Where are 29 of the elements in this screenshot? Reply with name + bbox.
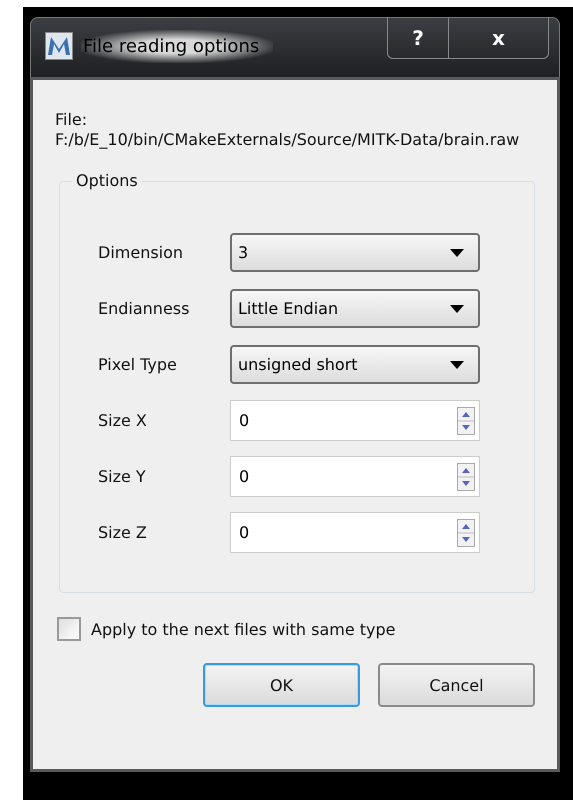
- checkbox[interactable]: [57, 617, 81, 641]
- dropdown[interactable]: Little Endian: [230, 289, 480, 328]
- window-title: File reading options: [81, 30, 274, 62]
- caret-icon: [450, 304, 464, 312]
- spin-arrows-icon[interactable]: [457, 406, 475, 434]
- file-path: F:/b/E_10/bin/CMakeExternals/Source/MITK-Data/brain.raw: [55, 129, 520, 151]
- field-label: Size Y: [98, 467, 147, 486]
- close-button[interactable]: x: [448, 18, 548, 58]
- field-label: Size X: [98, 411, 148, 430]
- field-label: Dimension: [98, 243, 184, 262]
- number-field[interactable]: 0: [230, 456, 480, 497]
- dialog-button[interactable]: Cancel: [378, 663, 535, 707]
- app-logo-icon: [45, 32, 73, 60]
- spin-arrows-icon[interactable]: [457, 462, 475, 490]
- checkbox-label: Apply to the next files with same type: [91, 620, 396, 638]
- number-field[interactable]: 0: [230, 400, 480, 441]
- caret-icon: [450, 360, 464, 368]
- spin-arrows-icon[interactable]: [457, 518, 475, 546]
- caret-icon: [450, 248, 464, 256]
- dialog-button[interactable]: OK: [203, 663, 360, 707]
- field-label: Endianness: [98, 299, 190, 318]
- field-label: Pixel Type: [98, 355, 178, 374]
- dropdown[interactable]: 3: [230, 233, 480, 272]
- field-label: Size Z: [98, 523, 148, 542]
- dropdown[interactable]: unsigned short: [230, 345, 480, 384]
- file-label: File:: [55, 110, 88, 129]
- help-button[interactable]: ?: [388, 18, 448, 58]
- group-title: Options: [72, 171, 142, 190]
- number-field[interactable]: 0: [230, 512, 480, 553]
